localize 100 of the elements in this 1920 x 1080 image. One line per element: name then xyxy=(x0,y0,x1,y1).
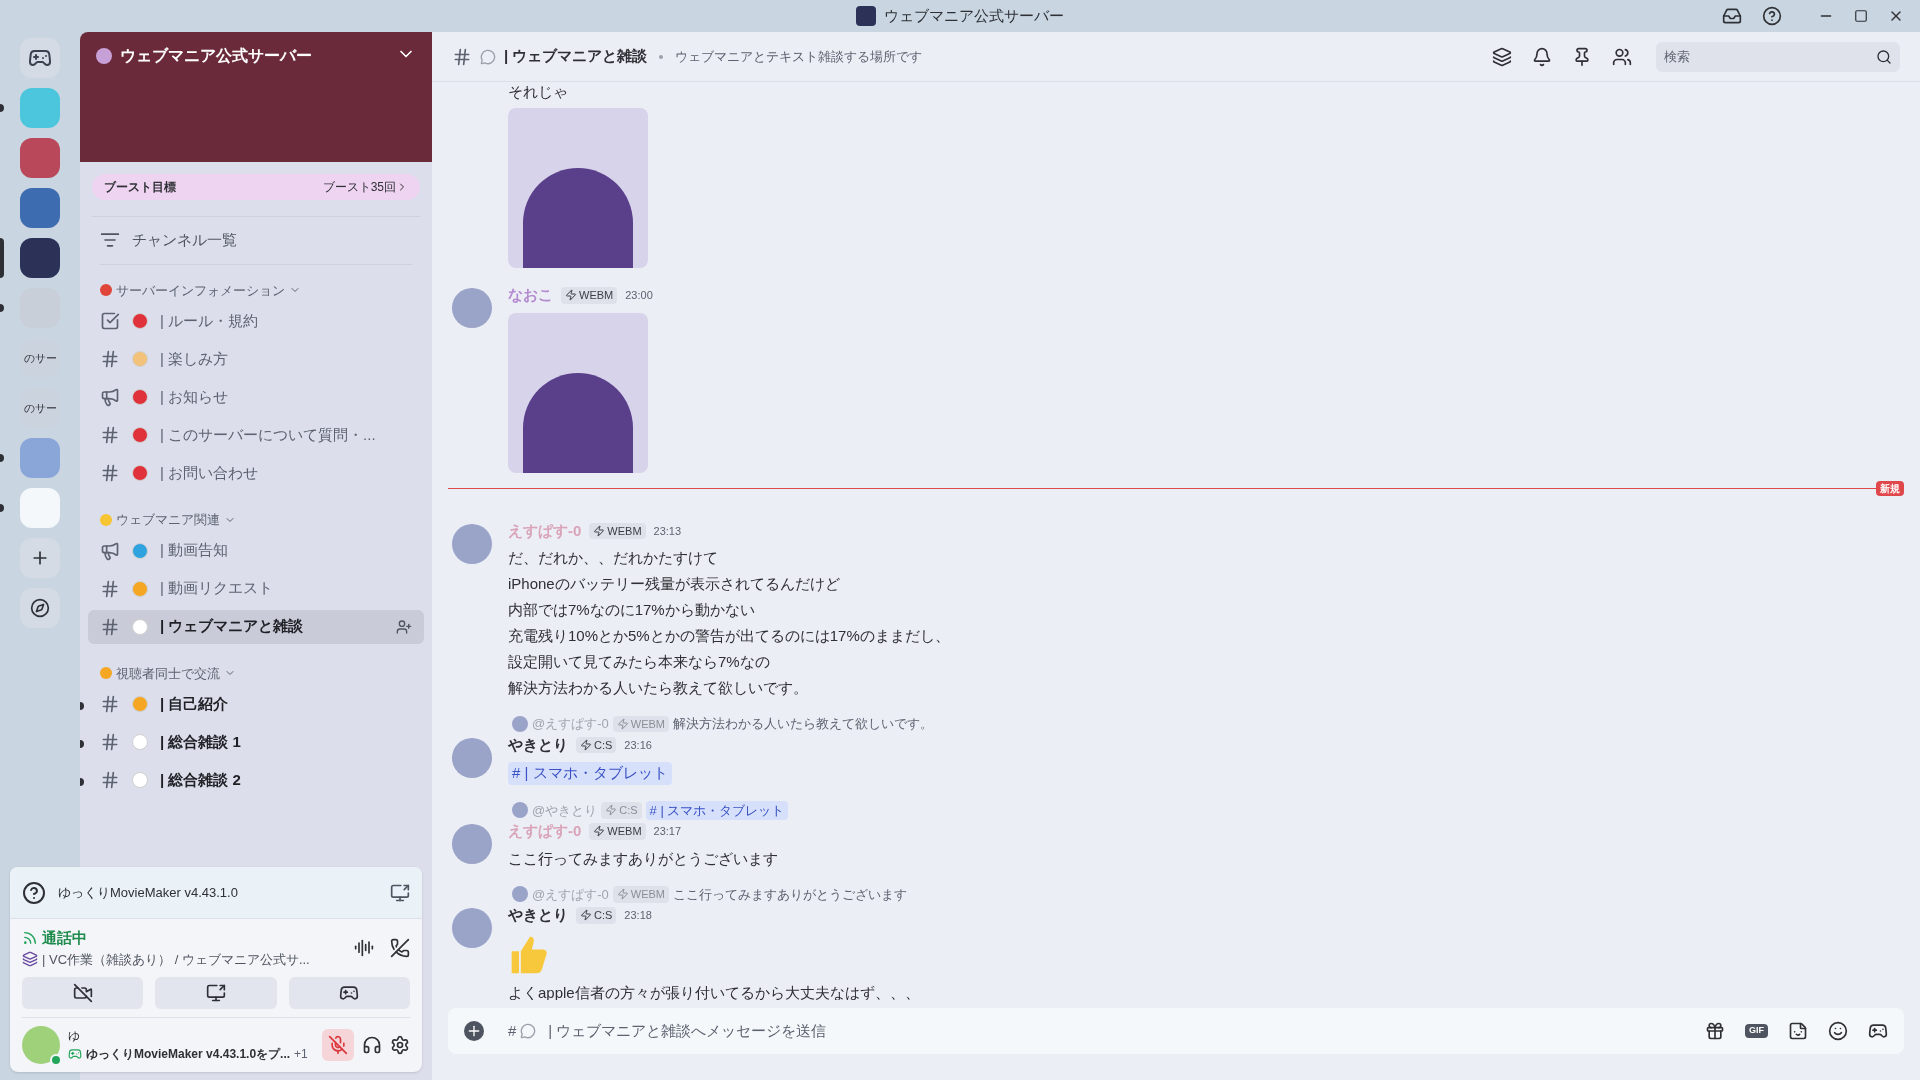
timestamp: 23:18 xyxy=(624,908,652,923)
pin-icon[interactable] xyxy=(1572,46,1592,67)
username: ゆ xyxy=(68,1028,81,1045)
bolt-icon xyxy=(565,289,577,302)
boost-goal-bar[interactable]: ブースト目標 ブースト35回 xyxy=(92,174,420,200)
headphones-icon[interactable] xyxy=(362,1035,382,1055)
voice-channel[interactable]: | VC作業（雑談あり） / ウェブマニア公式サ... xyxy=(42,949,310,969)
role-tag: WEBM xyxy=(589,522,646,539)
stream-icon[interactable] xyxy=(390,882,410,903)
camera-button[interactable] xyxy=(22,977,144,1009)
channel-mention[interactable]: # | スマホ・タブレット xyxy=(645,800,789,820)
maximize-icon[interactable] xyxy=(1854,9,1868,23)
help-icon[interactable] xyxy=(1762,6,1782,26)
message-text: 設定開いて見てみたら本来なら7%なの xyxy=(508,652,771,672)
explore-button[interactable] xyxy=(20,588,60,628)
voice-status[interactable]: 通話中 xyxy=(42,927,87,950)
inbox-icon[interactable] xyxy=(1722,6,1742,26)
server-avatar[interactable] xyxy=(20,188,60,228)
message-text: だ、だれか、、だれかたすけて xyxy=(508,548,719,568)
channel-name: | 動画告知 xyxy=(160,540,230,561)
signal-icon xyxy=(22,930,38,947)
message-text: 解決方法わかる人いたら教えて欲しいです。 xyxy=(508,678,809,698)
channel-item[interactable]: | 総合雑談 1 xyxy=(88,725,424,759)
category-header[interactable]: 視聴者同士で交流 xyxy=(88,659,424,687)
hash-icon xyxy=(100,463,120,483)
message-text: よくapple信者の方々が張り付いてるから大丈夫なはず、、、 xyxy=(508,982,920,1000)
extra-count: +1 xyxy=(294,1046,308,1063)
members-icon[interactable] xyxy=(1612,46,1632,67)
sticker-icon[interactable] xyxy=(1788,1021,1808,1041)
server-icon xyxy=(856,6,876,26)
message-text: ここ行ってみますありがとうございます xyxy=(508,848,778,869)
hash-icon xyxy=(100,770,120,790)
disconnect-icon[interactable] xyxy=(390,938,410,958)
hash-icon xyxy=(100,616,120,637)
bolt-icon xyxy=(593,825,606,838)
channel-item[interactable]: | 動画リクエスト xyxy=(88,571,424,606)
category-header[interactable]: ウェブマニア関連 xyxy=(88,506,424,534)
channel-name: | このサーバーについて質問・... xyxy=(160,424,377,445)
activity-button[interactable] xyxy=(288,977,410,1009)
bell-icon[interactable] xyxy=(1532,46,1552,67)
channel-item[interactable]: | 楽しみ方 xyxy=(88,342,424,376)
category-name: ウェブマニア関連 xyxy=(116,511,220,529)
channel-name: | 楽しみ方 xyxy=(160,348,230,369)
role-tag: C:S xyxy=(576,907,617,924)
invite-icon[interactable] xyxy=(396,618,412,635)
channel-item[interactable]: | お知らせ xyxy=(88,380,424,414)
gif-button[interactable]: GIF xyxy=(1745,1024,1768,1038)
reply-avatar xyxy=(512,715,528,732)
mute-button[interactable] xyxy=(322,1029,354,1061)
channel-browser-link[interactable]: チャンネル一覧 xyxy=(80,217,432,264)
channel-name: | 総合雑談 2 xyxy=(160,769,242,790)
channel-prefix: # xyxy=(508,1020,517,1041)
reply-text[interactable]: 解決方法わかる人いたら教えて欲しいです。 xyxy=(673,714,933,734)
channel-name: | 総合雑談 1 xyxy=(160,731,242,752)
controller-icon[interactable] xyxy=(1868,1021,1888,1041)
category-name: 視聴者同士で交流 xyxy=(116,664,220,683)
role-tag: WEBM xyxy=(612,715,669,732)
author-name[interactable]: やきとり xyxy=(508,733,568,756)
user-activity: ゆっくりMovieMaker v4.43.1.0をプ... xyxy=(86,1046,291,1063)
category-header[interactable]: サーバーインフォメーション xyxy=(88,276,424,304)
settings-icon[interactable] xyxy=(390,1035,410,1055)
search-field[interactable]: 検索 xyxy=(1656,41,1900,72)
channel-item[interactable]: | お問い合わせ xyxy=(88,456,424,490)
message-text: 充電残り10%とか5%とかの警告が出てるのには17%のままだし、 xyxy=(508,626,950,646)
user-avatar[interactable] xyxy=(22,1026,60,1064)
megaphone-icon xyxy=(100,387,120,407)
server-button[interactable]: のサー xyxy=(20,388,60,428)
channel-name: | 自己紹介 xyxy=(160,693,230,714)
message-input[interactable]: # | ウェブマニアと雑談へメッセージを送信 GIF xyxy=(448,1008,1904,1054)
reply-avatar xyxy=(512,886,528,903)
screen-share-button[interactable] xyxy=(155,977,277,1009)
server-banner[interactable]: ウェブマニア公式サーバー xyxy=(80,32,432,162)
add-server-button[interactable] xyxy=(20,538,60,578)
channel-item[interactable]: | 動画告知 xyxy=(88,533,424,568)
message-text: 内部では7%なのに17%から動かない xyxy=(508,600,756,620)
channel-mention[interactable]: # | スマホ・タブレット xyxy=(508,762,672,785)
audio-icon[interactable] xyxy=(354,938,374,958)
channel-item[interactable]: | ルール・規約 xyxy=(88,304,424,338)
reply-text[interactable]: ここ行ってみますありがとうございます xyxy=(673,884,907,904)
author-name[interactable]: やきとり xyxy=(508,904,568,927)
emoji-icon[interactable] xyxy=(1828,1021,1848,1041)
hash-icon xyxy=(100,578,120,599)
channel-item[interactable]: | 自己紹介 xyxy=(88,687,424,721)
category-name: サーバーインフォメーション xyxy=(116,281,285,300)
window-title: ウェブマニア公式サーバー xyxy=(884,5,1064,26)
server-avatar[interactable] xyxy=(20,238,60,278)
channel-item[interactable]: | このサーバーについて質問・... xyxy=(88,418,424,452)
app-logo-button[interactable] xyxy=(20,38,60,78)
gift-icon[interactable] xyxy=(1705,1021,1725,1041)
channel-name: | 動画リクエスト xyxy=(160,578,275,599)
bolt-icon xyxy=(593,524,606,537)
role-tag: WEBM xyxy=(589,823,646,840)
channel-item[interactable]: | ウェブマニアと雑談 xyxy=(88,609,424,644)
channel-item[interactable]: | 総合雑談 2 xyxy=(88,763,424,797)
hash-icon xyxy=(100,732,120,752)
unknown-app-icon xyxy=(22,880,46,905)
server-button[interactable]: のサー xyxy=(20,338,60,378)
unread-indicator xyxy=(0,504,4,512)
channel-title: | ウェブマニアと雑談 xyxy=(504,46,648,67)
plus-icon[interactable] xyxy=(464,1021,484,1041)
